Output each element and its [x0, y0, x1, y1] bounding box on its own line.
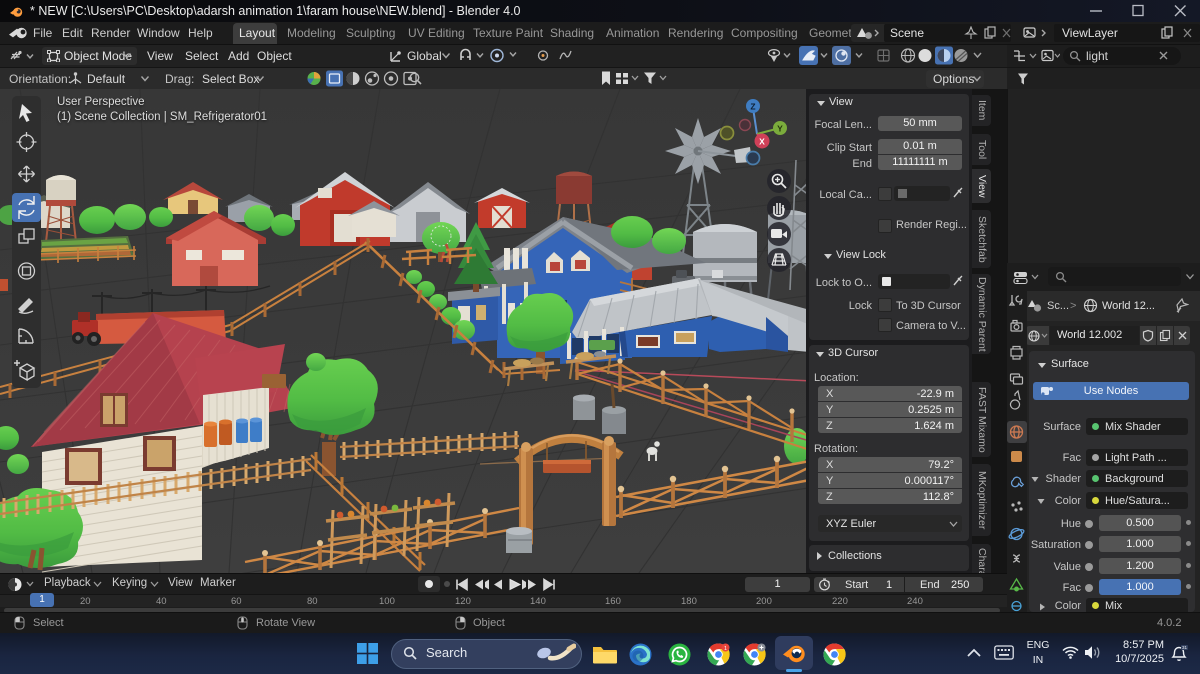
svg-text:X: X: [759, 137, 765, 147]
svg-text:Z: Z: [750, 102, 755, 112]
svg-text:Y: Y: [777, 124, 783, 134]
svg-text:1: 1: [724, 646, 727, 652]
svg-text:31: 31: [1182, 645, 1188, 650]
